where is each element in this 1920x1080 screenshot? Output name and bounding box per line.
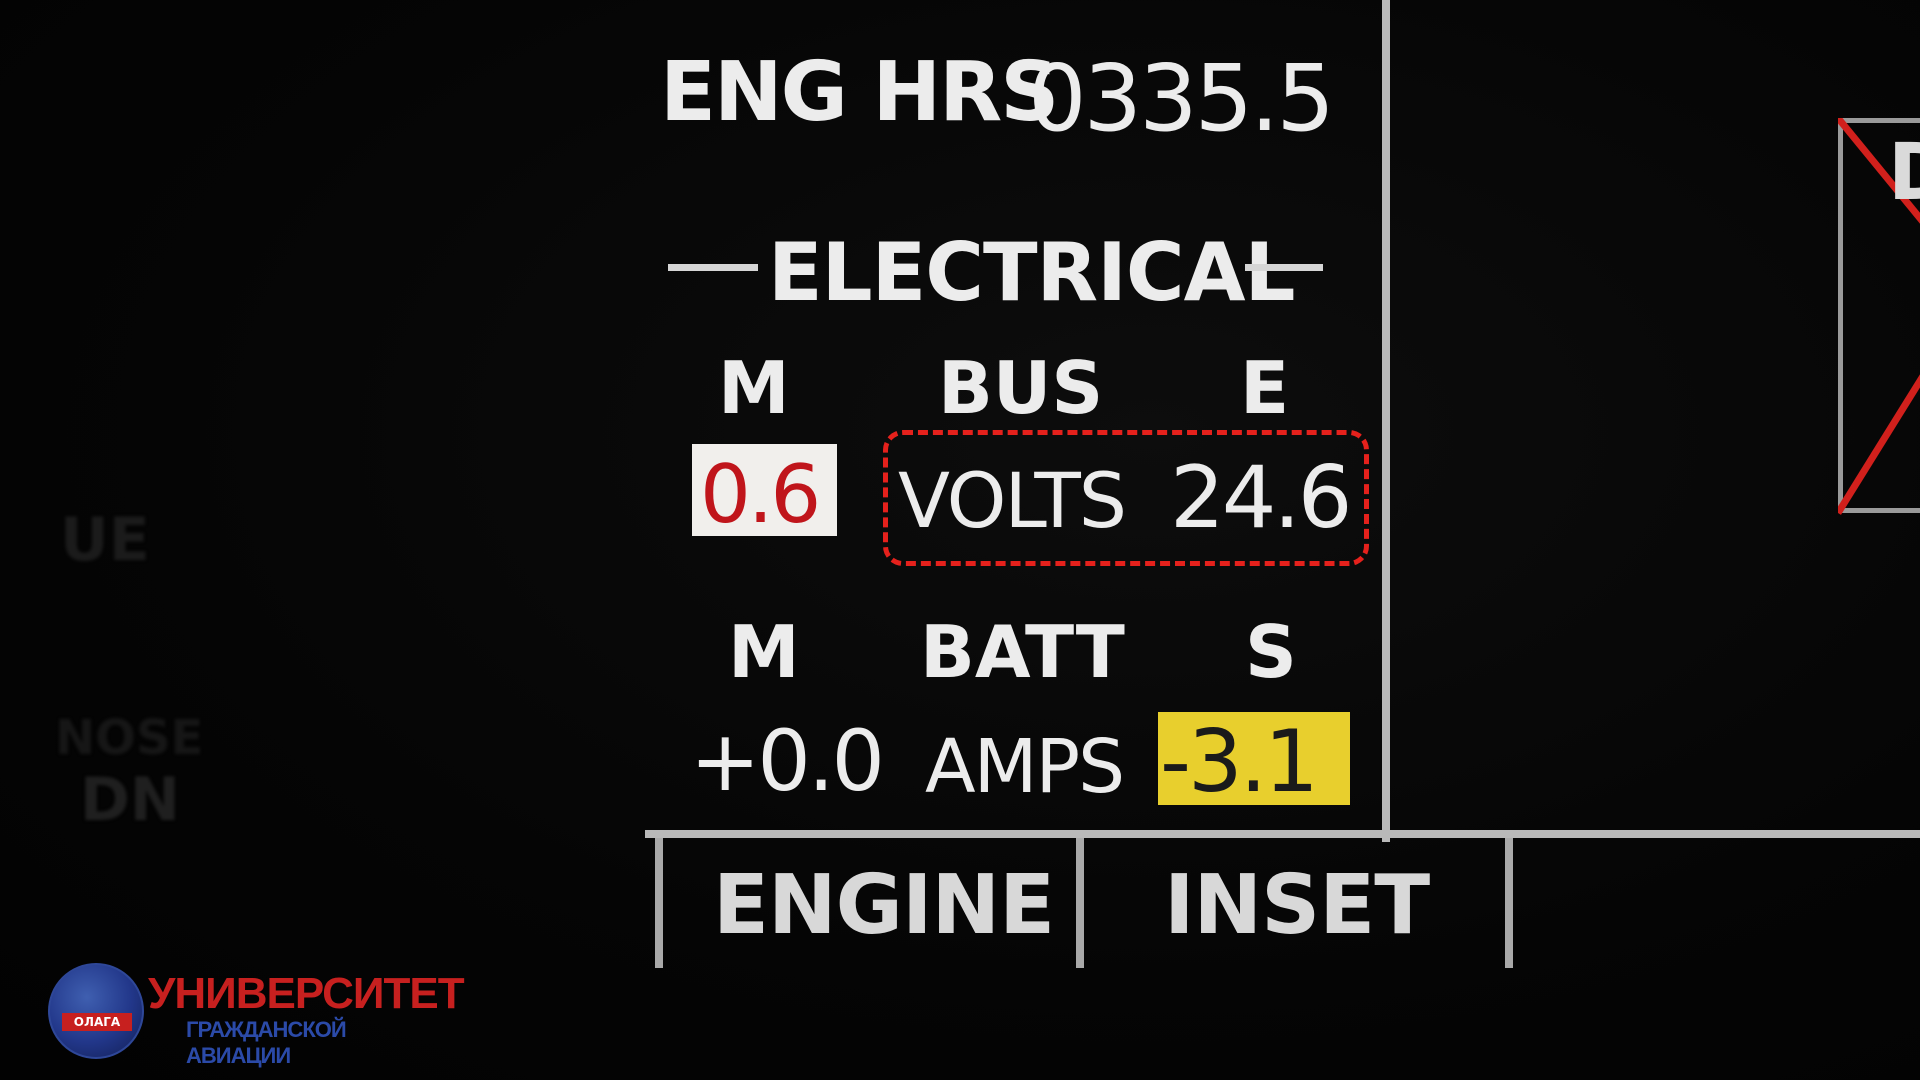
right-display-flag-text: D	[1888, 128, 1920, 218]
logo-tag: ОЛАГА	[62, 1013, 132, 1031]
main-bus-volts-value: 0.6	[700, 448, 821, 541]
university-logo: ОЛАГА УНИВЕРСИТЕТ ГРАЖДАНСКОЙ АВИАЦИИ	[40, 955, 465, 1068]
softkey-engine-label: ENGINE	[713, 858, 1055, 953]
logo-subtitle: ГРАЖДАНСКОЙ АВИАЦИИ	[186, 1017, 347, 1068]
left-display-ghost-dn: DN	[80, 765, 181, 835]
globe-icon	[48, 963, 144, 1059]
softkey-inset[interactable]: INSET	[1084, 838, 1505, 968]
eng-hrs-value: 0335.5	[1028, 45, 1335, 152]
electrical-divider-left	[668, 264, 758, 271]
softkey-engine[interactable]: ENGINE	[663, 838, 1076, 968]
logo-title: УНИВЕРСИТЕТ	[148, 969, 465, 1018]
standby-batt-amps-value: -3.1	[1160, 712, 1319, 812]
softkey-divider	[1505, 838, 1513, 968]
softkey-blank[interactable]	[1513, 838, 1920, 968]
batt-main-header: M	[728, 610, 800, 694]
main-batt-amps-value: +0.0	[690, 712, 885, 810]
softkey-divider	[655, 838, 663, 968]
volts-highlight-annotation	[883, 430, 1369, 566]
cockpit-display: UE NOSE DN ENG HRS 0335.5 ELECTRICAL M B…	[0, 0, 1920, 1080]
left-display-ghost-label: UE	[60, 505, 150, 575]
bus-essential-header: E	[1240, 346, 1290, 430]
left-display-ghost-nose: NOSE	[55, 710, 204, 766]
amps-label: AMPS	[925, 724, 1125, 810]
electrical-divider-right	[1245, 264, 1323, 271]
electrical-section-title: ELECTRICAL	[768, 226, 1296, 319]
panel-border-right	[1382, 0, 1390, 842]
softkey-inset-label: INSET	[1164, 858, 1430, 953]
eng-hrs-label: ENG HRS	[660, 45, 1059, 140]
batt-label: BATT	[920, 610, 1125, 694]
softkey-divider	[1076, 838, 1084, 968]
batt-standby-header: S	[1245, 610, 1297, 694]
bus-main-header: M	[718, 346, 790, 430]
bus-label: BUS	[938, 346, 1104, 430]
panel-border-bottom	[645, 830, 1920, 838]
